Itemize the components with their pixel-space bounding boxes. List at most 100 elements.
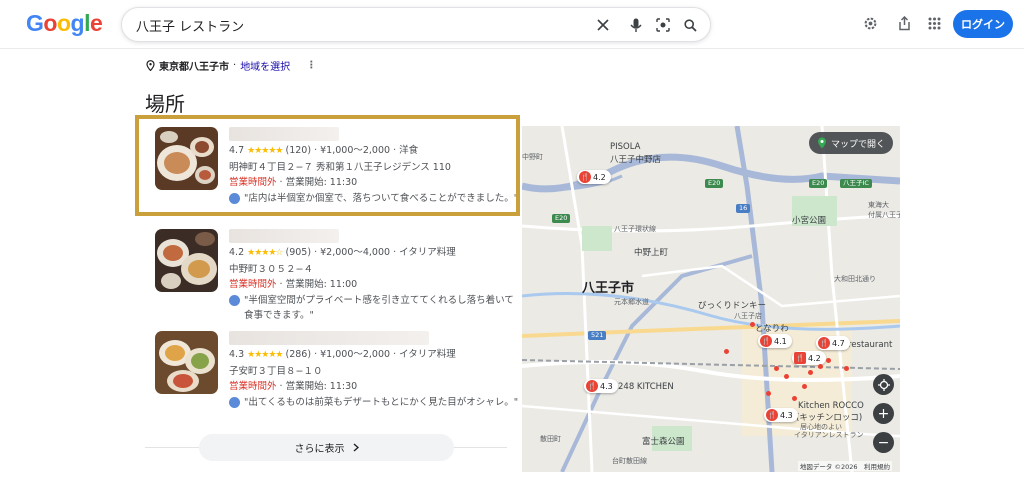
address: 子安町３丁目８−１０ (229, 365, 323, 377)
more-options-icon[interactable]: ⋮ (306, 60, 316, 71)
map-label: となりわ (755, 324, 789, 334)
map-result-dot[interactable] (774, 366, 779, 371)
status-closed: 営業時間外 (229, 279, 277, 290)
opening-time: 営業開始: 11:30 (285, 381, 358, 392)
share-icon[interactable] (893, 12, 915, 34)
price-range: ¥1,000～2,000 (320, 349, 391, 360)
zoom-in-button[interactable]: + (873, 403, 894, 424)
map-label: 大和田北通り (834, 275, 876, 283)
map-result-dot[interactable] (784, 374, 789, 379)
map-label: イタリアンレストラン (794, 431, 864, 439)
zoom-out-button[interactable]: − (873, 432, 894, 453)
fork-knife-icon: 🍴 (760, 335, 772, 347)
location-bar: 東京都八王子市 · 地域を選択 ⋮ (146, 58, 316, 73)
map-label: 東海大 (868, 201, 889, 209)
map-label: 付属八王子 (868, 211, 900, 219)
logo-letter: o (43, 10, 57, 36)
review-text: "半個室空間がプライベート感を引き立ててくれるし落ち着いて食事できます。" (244, 294, 514, 322)
map-result-dot[interactable] (802, 384, 807, 389)
map-attribution[interactable]: 地図データ ©2026 利用規約 (797, 461, 892, 471)
fork-knife-icon: 🍴 (586, 380, 598, 392)
show-more-button[interactable]: さらに表示 (199, 434, 454, 461)
location-city: 東京都八王子市 (159, 62, 229, 73)
map-restaurant-pin-selected[interactable]: 🍴 4.2 (792, 351, 826, 365)
address: 中野町３０５２−４ (229, 263, 313, 275)
category: イタリア料理 (399, 247, 456, 258)
map-label: びっくりドンキー (698, 301, 767, 311)
google-logo[interactable]: Google (26, 10, 103, 37)
map-restaurant-pin[interactable]: 🍴 4.1 (758, 334, 792, 348)
place-listing[interactable]: 4.3 ★★★★★ (286) · ¥1,000～2,000 · イタリア料理 … (155, 331, 518, 408)
clear-icon[interactable] (592, 14, 614, 36)
pin-rating: 4.7 (832, 338, 845, 348)
place-info: 4.2 ★★★★☆ (905) · ¥2,000～4,000 · イタリア料理 … (229, 229, 519, 324)
open-in-maps-button[interactable]: マップで開く (808, 132, 893, 154)
mic-icon[interactable] (625, 14, 647, 36)
place-listing[interactable]: 4.2 ★★★★☆ (905) · ¥2,000～4,000 · イタリア料理 … (155, 229, 515, 321)
review-snippet: "半個室空間がプライベート感を引き立ててくれるし落ち着いて食事できます。" (229, 293, 519, 324)
opening-time: 営業開始: 11:00 (285, 279, 358, 290)
review-count: (905) (285, 247, 312, 258)
pin-rating: 4.2 (593, 172, 606, 182)
chevron-right-icon (353, 443, 359, 452)
place-name-redacted[interactable] (229, 331, 429, 345)
place-photo[interactable] (155, 229, 218, 292)
reviewer-avatar-icon (229, 294, 240, 306)
logo-letter: G (26, 10, 44, 36)
map-label: PISOLA (610, 142, 641, 152)
map-label: 散田町 (540, 435, 561, 443)
map-result-dot[interactable] (844, 366, 849, 371)
my-location-icon[interactable] (873, 374, 894, 395)
rating-value: 4.3 (229, 349, 245, 360)
map-label: 台町散田線 (612, 457, 647, 465)
select-area-link[interactable]: 地域を選択 (240, 58, 290, 73)
star-rating-icon: ★★★★☆ (247, 248, 283, 258)
pin-rating: 4.3 (600, 381, 613, 391)
reviewer-avatar-icon (229, 396, 240, 408)
route-shield: 521 (588, 331, 607, 340)
open-in-maps-label: マップで開く (830, 139, 885, 150)
login-button[interactable]: ログイン (953, 10, 1013, 38)
map-result-dot[interactable] (818, 364, 823, 369)
review-count: (286) (285, 349, 312, 360)
map-result-dot[interactable] (724, 349, 729, 354)
map-label: 中野町 (522, 153, 543, 161)
fork-knife-icon: 🍴 (794, 352, 806, 364)
map-label: restaurant (848, 340, 893, 350)
maps-pin-icon (817, 137, 826, 149)
map-restaurant-pin[interactable]: 🍴 4.2 (577, 170, 611, 184)
star-rating-icon: ★★★★★ (247, 350, 283, 360)
map-label: 元本郷水道 (614, 298, 649, 306)
google-search-page: Google 八王子 レストラン ログイン 東京都八王子市 · 地域を選択 ⋮ … (0, 0, 1024, 491)
map-result-dot[interactable] (826, 358, 831, 363)
logo-letter: e (89, 10, 103, 36)
map-restaurant-pin[interactable]: 🍴 4.3 (584, 379, 618, 393)
apps-grid-icon[interactable] (923, 12, 945, 34)
header-divider (0, 48, 1024, 49)
map-result-dot[interactable] (792, 396, 797, 401)
show-more-label: さらに表示 (294, 444, 345, 455)
search-box[interactable]: 八王子 レストラン (121, 7, 711, 42)
logo-letter: g (70, 10, 85, 36)
map-result-dot[interactable] (750, 322, 755, 327)
settings-gear-icon[interactable] (859, 12, 881, 34)
rating-row: 4.3 ★★★★★ (286) · ¥1,000～2,000 · イタリア料理 (229, 349, 456, 360)
map-panel[interactable]: マップで開く 八王子市 PISOLA 八王子中野店 中野上町 小宮公園 びっくり… (522, 126, 900, 472)
map-result-dot[interactable] (766, 391, 771, 396)
fork-knife-icon: 🍴 (579, 171, 591, 183)
map-restaurant-pin[interactable]: 🍴 4.3 (764, 408, 798, 422)
pin-rating: 4.2 (808, 353, 821, 363)
map-result-dot[interactable] (808, 370, 813, 375)
place-name-redacted[interactable] (229, 229, 339, 243)
hours-row: 営業時間外 · 営業開始: 11:30 (229, 381, 358, 392)
place-photo[interactable] (155, 331, 218, 394)
map-label: 八王子IC (840, 179, 872, 188)
route-shield: 16 (736, 204, 751, 213)
lens-icon[interactable] (652, 14, 674, 36)
map-label: 八王子環状線 (614, 225, 656, 233)
highlight-frame (135, 115, 520, 216)
map-label: 小宮公園 (792, 216, 827, 226)
search-query[interactable]: 八王子 レストラン (136, 16, 244, 35)
search-icon[interactable] (679, 14, 701, 36)
map-restaurant-pin[interactable]: 🍴 4.7 (816, 336, 850, 350)
